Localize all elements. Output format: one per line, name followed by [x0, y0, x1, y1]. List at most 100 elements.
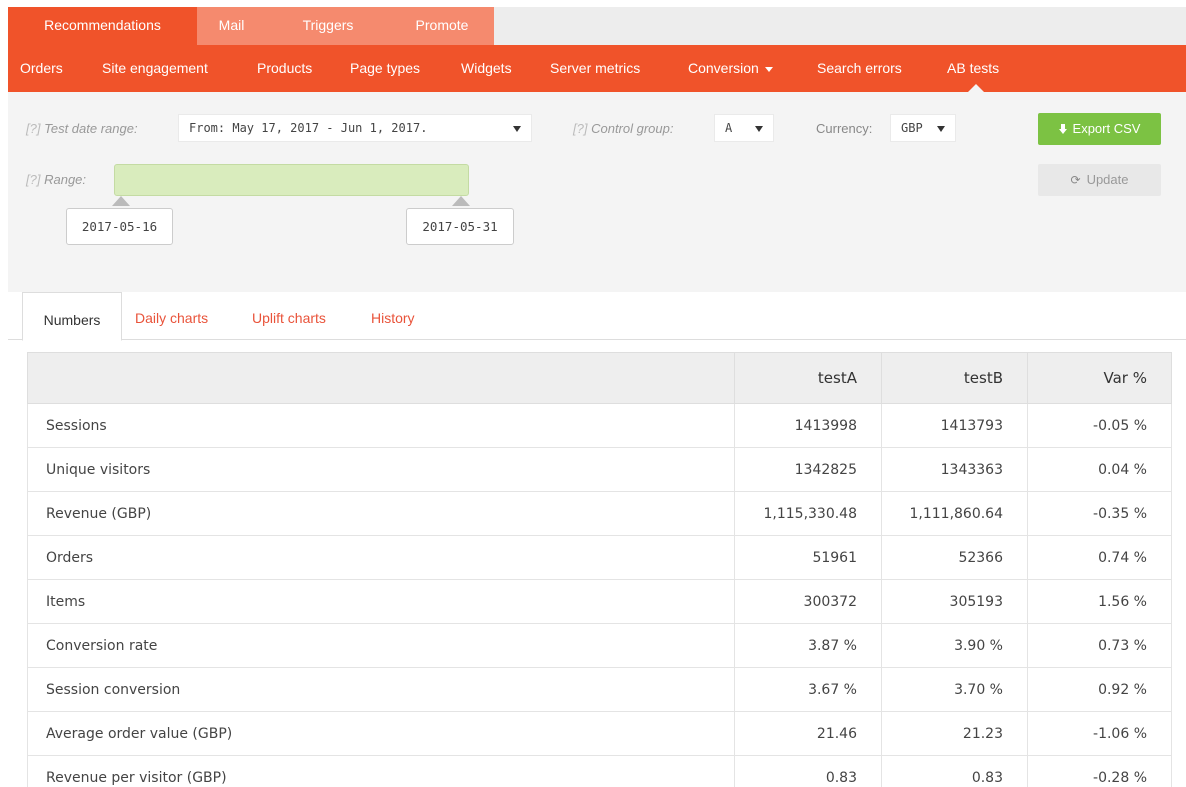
export-csv-button[interactable]: Export CSV: [1038, 113, 1161, 145]
refresh-icon: ⟳: [1070, 173, 1081, 187]
testa-cell: 300372: [734, 579, 882, 624]
testb-cell: 1413793: [881, 403, 1028, 448]
testb-cell: 21.23: [881, 711, 1028, 756]
testb-cell: 3.70 %: [881, 667, 1028, 712]
metric-cell: Sessions: [27, 403, 735, 448]
results-table: testA testB Var % Sessions 1413998 1413793…: [27, 352, 1172, 787]
metric-cell: Average order value (GBP): [27, 711, 735, 756]
var-cell: 1.56 %: [1027, 579, 1172, 624]
top-tab-triggers[interactable]: Triggers: [266, 7, 390, 45]
table-body: Sessions 1413998 1413793 -0.05 % Unique visi…: [27, 403, 1172, 787]
nav-conversion-dropdown[interactable]: Conversion: [688, 45, 773, 92]
help-marker[interactable]: [?]: [26, 121, 40, 136]
filter-panel: [?] Test date range: From: May 17, 2017 …: [8, 92, 1186, 292]
control-group-select[interactable]: A: [714, 114, 774, 142]
help-marker[interactable]: [?]: [573, 121, 587, 136]
column-header-metric: [27, 352, 735, 404]
testa-cell: 1413998: [734, 403, 882, 448]
content-tabs: Numbers Daily charts Uplift charts Histo…: [8, 292, 1186, 341]
var-cell: 0.73 %: [1027, 623, 1172, 668]
control-group-label: [?] Control group:: [573, 121, 674, 136]
dropdown-arrow-icon: [755, 126, 763, 132]
dropdown-arrow-icon: [937, 126, 945, 132]
update-button[interactable]: ⟳ Update: [1038, 164, 1161, 196]
nav-search-errors[interactable]: Search errors: [817, 45, 902, 92]
range-end-date: 2017-05-31: [406, 208, 514, 245]
currency-label: Currency:: [816, 121, 873, 136]
table-header-row: testA testB Var %: [27, 352, 1172, 404]
metric-cell: Revenue (GBP): [27, 491, 735, 536]
table-row: Average order value (GBP) 21.46 21.23 -1.06…: [27, 711, 1172, 756]
var-cell: -0.35 %: [1027, 491, 1172, 536]
top-tab-bar: Recommendations Mail Triggers Promote: [8, 7, 1186, 45]
nav-orders[interactable]: Orders: [20, 45, 63, 92]
var-cell: -1.06 %: [1027, 711, 1172, 756]
results-table-container: testA testB Var % Sessions 1413998 1413793…: [27, 352, 1172, 787]
dropdown-arrow-icon: [513, 126, 521, 132]
currency-value: GBP: [901, 121, 923, 135]
download-icon: [1058, 124, 1067, 134]
table-row: Unique visitors 1342825 1343363 0.04 %: [27, 447, 1172, 492]
column-header-testa: testA: [734, 352, 882, 404]
top-tab-promote[interactable]: Promote: [390, 7, 494, 45]
nav-widgets[interactable]: Widgets: [461, 45, 512, 92]
nav-server-metrics[interactable]: Server metrics: [550, 45, 640, 92]
tab-numbers[interactable]: Numbers: [22, 292, 122, 341]
currency-select[interactable]: GBP: [890, 114, 956, 142]
top-tab-recommendations[interactable]: Recommendations: [8, 7, 197, 45]
top-tab-mail[interactable]: Mail: [197, 7, 266, 45]
var-cell: 0.74 %: [1027, 535, 1172, 580]
tab-uplift-charts[interactable]: Uplift charts: [252, 292, 326, 340]
chevron-down-icon: [764, 66, 773, 72]
table-row: Orders 51961 52366 0.74 %: [27, 535, 1172, 580]
testb-cell: 3.90 %: [881, 623, 1028, 668]
sub-nav-bar: Orders Site engagement Products Page typ…: [8, 45, 1186, 92]
table-row: Session conversion 3.67 % 3.70 % 0.92 %: [27, 667, 1172, 712]
testb-cell: 0.83: [881, 755, 1028, 787]
table-row: Conversion rate 3.87 % 3.90 % 0.73 %: [27, 623, 1172, 668]
table-row: Revenue per visitor (GBP) 0.83 0.83 -0.28 %: [27, 755, 1172, 787]
nav-products[interactable]: Products: [257, 45, 312, 92]
export-csv-label: Export CSV: [1072, 121, 1141, 136]
column-header-testb: testB: [881, 352, 1028, 404]
table-row: Sessions 1413998 1413793 -0.05 %: [27, 403, 1172, 448]
control-group-value: A: [725, 121, 733, 135]
test-date-range-label: [?] Test date range:: [26, 121, 138, 136]
testb-cell: 1343363: [881, 447, 1028, 492]
nav-conversion-label: Conversion: [688, 60, 759, 76]
testb-cell: 52366: [881, 535, 1028, 580]
range-slider-track[interactable]: [114, 164, 469, 196]
var-cell: -0.05 %: [1027, 403, 1172, 448]
testa-cell: 1342825: [734, 447, 882, 492]
table-row: Items 300372 305193 1.56 %: [27, 579, 1172, 624]
testa-cell: 3.67 %: [734, 667, 882, 712]
testa-cell: 3.87 %: [734, 623, 882, 668]
testa-cell: 51961: [734, 535, 882, 580]
test-date-range-value: From: May 17, 2017 - Jun 1, 2017.: [189, 121, 428, 135]
update-label: Update: [1086, 172, 1129, 187]
help-marker[interactable]: [?]: [26, 172, 40, 187]
active-nav-pointer: [968, 84, 984, 92]
tab-daily-charts[interactable]: Daily charts: [135, 292, 208, 340]
nav-site-engagement[interactable]: Site engagement: [102, 45, 208, 92]
range-end-handle[interactable]: [452, 196, 470, 206]
metric-cell: Items: [27, 579, 735, 624]
table-row: Revenue (GBP) 1,115,330.48 1,111,860.64 -0.…: [27, 491, 1172, 536]
column-header-var: Var %: [1027, 352, 1172, 404]
tab-history[interactable]: History: [371, 292, 415, 340]
metric-cell: Revenue per visitor (GBP): [27, 755, 735, 787]
testa-cell: 1,115,330.48: [734, 491, 882, 536]
range-start-date: 2017-05-16: [66, 208, 173, 245]
range-start-handle[interactable]: [112, 196, 130, 206]
metric-cell: Unique visitors: [27, 447, 735, 492]
testa-cell: 21.46: [734, 711, 882, 756]
var-cell: -0.28 %: [1027, 755, 1172, 787]
metric-cell: Orders: [27, 535, 735, 580]
test-date-range-select[interactable]: From: May 17, 2017 - Jun 1, 2017.: [178, 114, 532, 142]
range-label: [?] Range:: [26, 172, 87, 187]
metric-cell: Conversion rate: [27, 623, 735, 668]
testa-cell: 0.83: [734, 755, 882, 787]
testb-cell: 1,111,860.64: [881, 491, 1028, 536]
nav-page-types[interactable]: Page types: [350, 45, 420, 92]
var-cell: 0.92 %: [1027, 667, 1172, 712]
